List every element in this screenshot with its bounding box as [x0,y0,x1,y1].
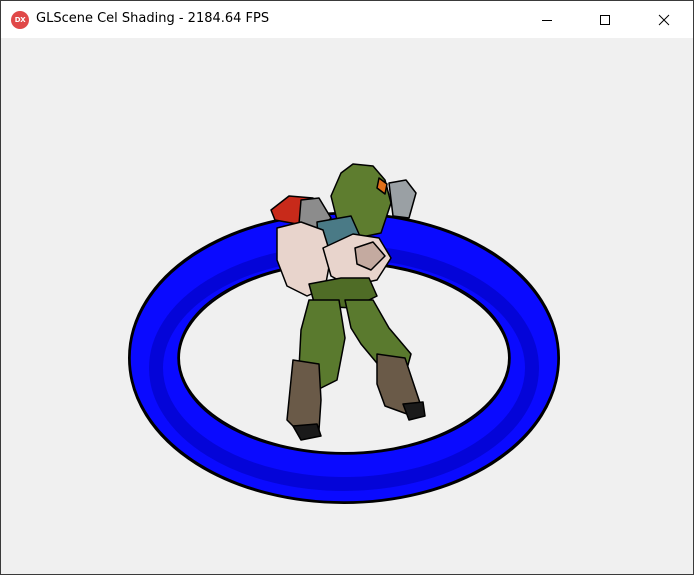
maximize-button[interactable] [576,1,634,38]
application-window: DX GLScene Cel Shading - 2184.64 FPS [0,0,694,575]
app-icon[interactable]: DX [11,11,29,29]
title-bar[interactable]: DX GLScene Cel Shading - 2184.64 FPS [1,1,693,38]
close-icon [658,14,670,25]
character-model [270,163,426,441]
minimize-icon [542,19,552,21]
maximize-icon [600,14,610,25]
window-title: GLScene Cel Shading - 2184.64 FPS [36,11,270,26]
scene-viewport[interactable] [1,38,693,574]
minimize-button[interactable] [518,1,576,38]
close-button[interactable] [635,1,693,38]
left-boot [286,359,322,435]
scene-canvas[interactable] [1,38,693,574]
shoulder-pad-right [388,179,417,219]
